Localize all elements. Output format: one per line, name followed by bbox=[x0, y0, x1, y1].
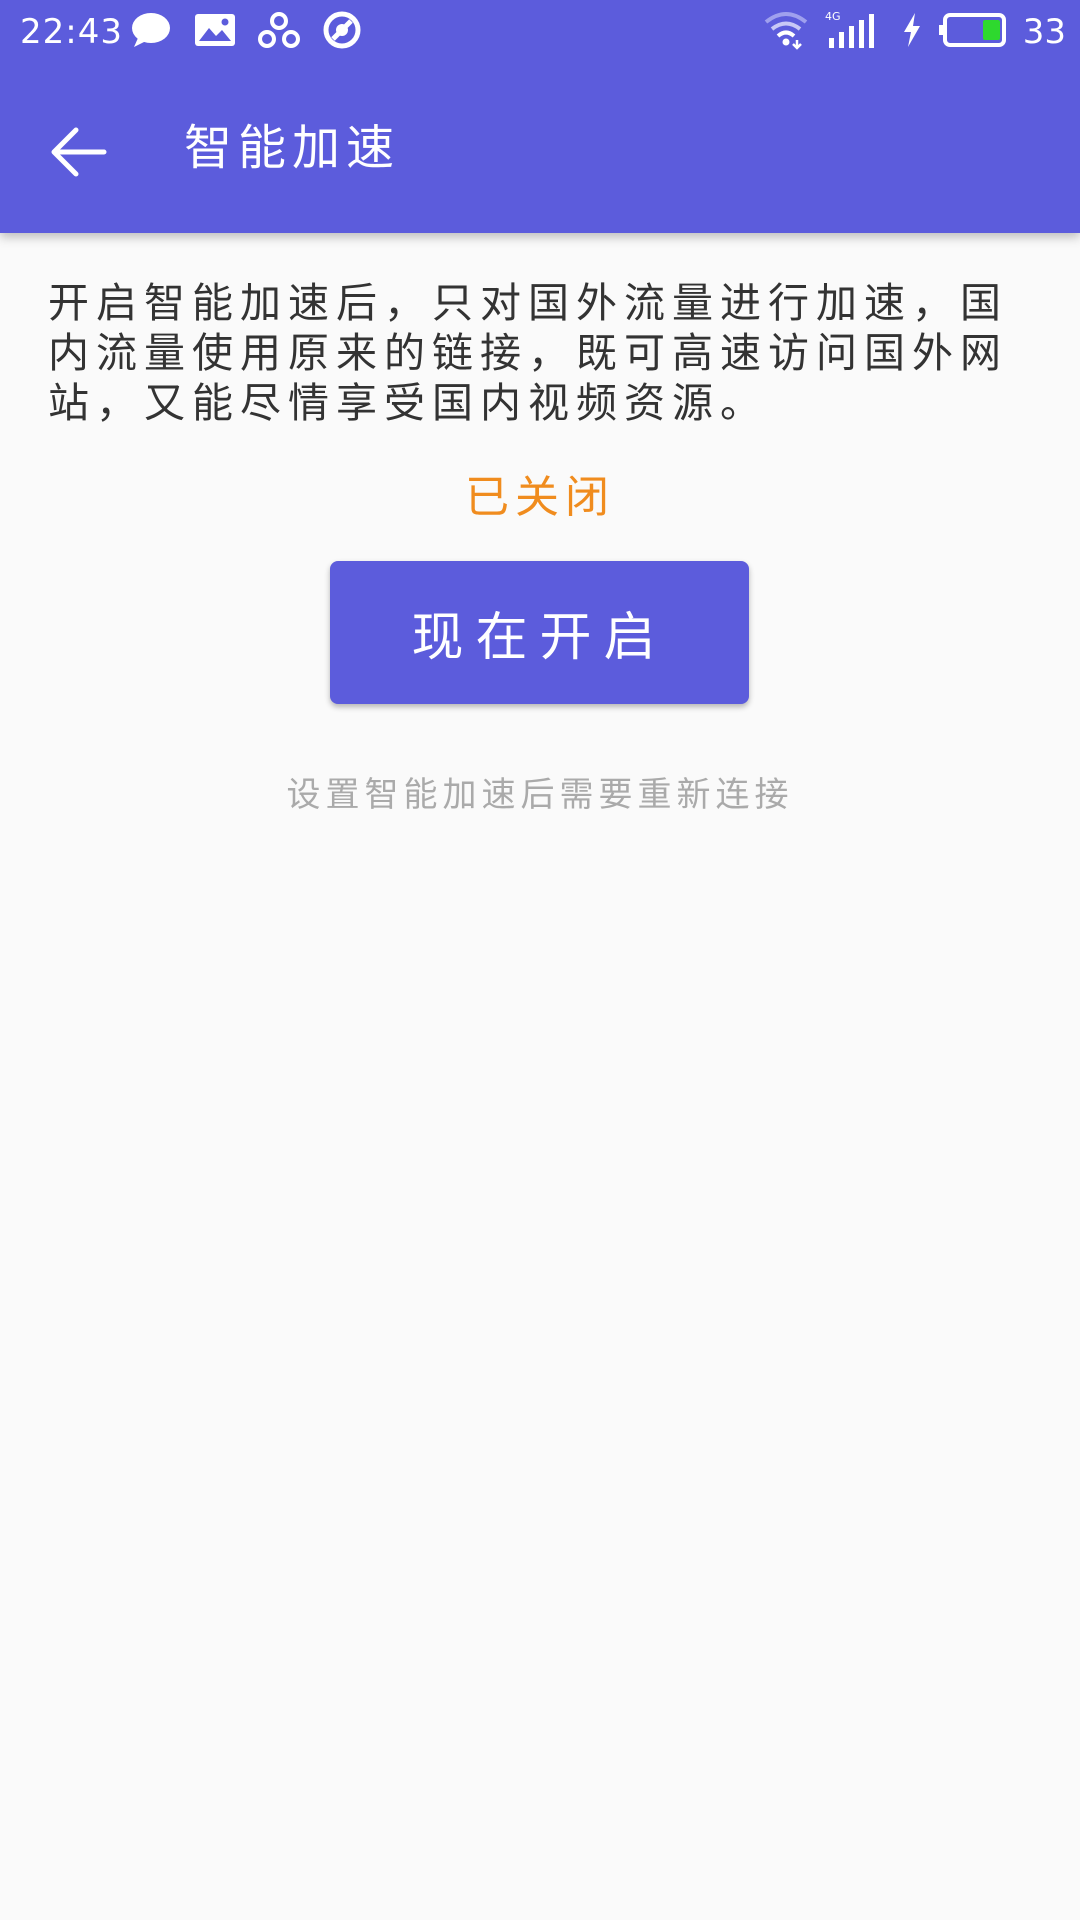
toolbar: 智能加速 bbox=[0, 66, 1080, 233]
enable-now-button[interactable]: 现在开启 bbox=[330, 561, 749, 704]
app-bar: 22:43 4G 33 智能加速 bbox=[0, 0, 1080, 233]
signal-icon: 4G bbox=[825, 10, 885, 54]
chat-bubble-icon bbox=[130, 11, 172, 53]
arrow-left-icon bbox=[48, 122, 108, 186]
reconnect-hint: 设置智能加速后需要重新连接 bbox=[286, 775, 794, 815]
status-bar: 22:43 4G 33 bbox=[0, 0, 1080, 66]
system-status-icons: 4G 33 bbox=[763, 10, 1066, 54]
battery-percent: 33 bbox=[1022, 12, 1066, 52]
blocked-icon bbox=[322, 10, 362, 54]
feature-description: 开启智能加速后，只对国外流量进行加速，国内流量使用原来的链接，既可高速访问国外网… bbox=[48, 279, 1008, 427]
acceleration-status: 已关闭 bbox=[465, 472, 615, 523]
image-icon bbox=[194, 13, 236, 51]
network-type-label: 4G bbox=[825, 10, 841, 23]
app-link-icon bbox=[258, 11, 300, 53]
wifi-icon bbox=[763, 10, 809, 54]
status-time: 22:43 bbox=[20, 12, 123, 52]
notification-icons bbox=[130, 10, 362, 54]
charging-icon bbox=[901, 12, 923, 52]
battery-icon bbox=[938, 12, 1007, 52]
page-title: 智能加速 bbox=[184, 120, 401, 176]
back-button[interactable] bbox=[30, 106, 126, 202]
screen: 22:43 4G 33 智能加速 开启智能加速后，只对国外流量进行加速，国内流量… bbox=[0, 0, 1080, 1920]
